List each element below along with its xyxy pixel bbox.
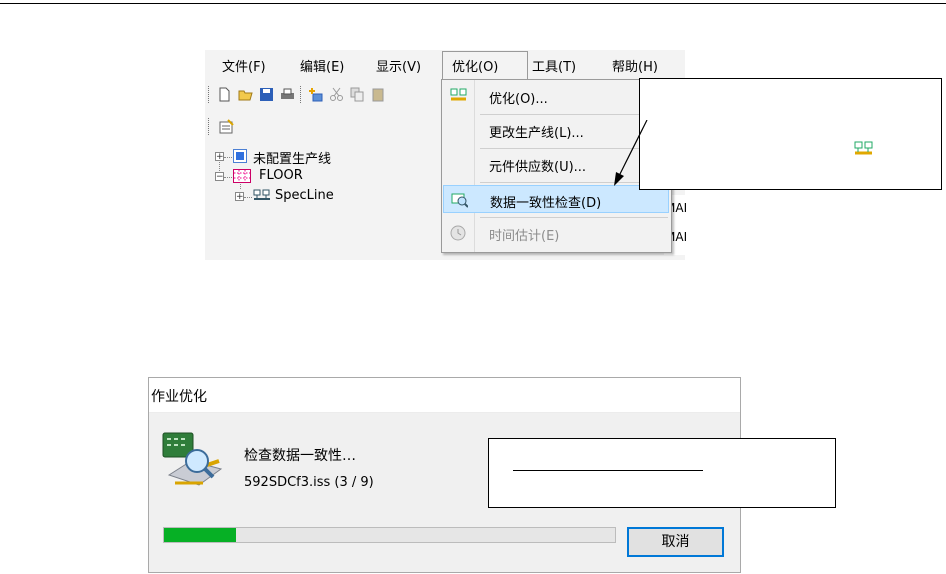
menu-item-label: 数据一致性检查(D)	[490, 196, 602, 211]
menu-help[interactable]: 帮助(H)	[612, 56, 658, 75]
menu-separator	[480, 217, 668, 218]
unconfigured-line-icon	[233, 149, 247, 163]
data-check-icon	[162, 432, 223, 486]
expand-icon[interactable]: +	[235, 192, 244, 202]
cancel-button[interactable]: 取消	[627, 527, 724, 557]
toolbar-grip	[208, 86, 209, 103]
dialog-title: 作业优化	[151, 389, 207, 405]
properties-icon[interactable]	[219, 119, 234, 134]
tree-guide	[224, 157, 232, 158]
expand-icon[interactable]: +	[215, 152, 224, 162]
optimize-icon	[450, 88, 467, 101]
tree-item-label: 未配置生产线	[253, 152, 332, 167]
tree-guide	[224, 177, 232, 178]
main-toolbar	[205, 82, 445, 106]
clock-icon	[450, 225, 466, 241]
copy-icon[interactable]	[350, 87, 365, 102]
tree-item-label: FLOOR	[259, 168, 303, 183]
secondary-toolbar	[205, 116, 445, 138]
cut-icon[interactable]	[329, 87, 344, 102]
callout-box	[488, 438, 836, 508]
line-icon	[253, 189, 270, 200]
print-icon[interactable]	[280, 87, 295, 102]
paste-icon[interactable]	[371, 87, 386, 102]
menu-item-label: 更改生产线(L)...	[489, 126, 584, 141]
add-item-icon[interactable]	[308, 87, 323, 102]
current-file-text: 592SDCf3.iss (3 / 9)	[244, 475, 374, 490]
menu-bar: 文件(F) 编辑(E) 显示(V) 优化(O) 工具(T) 帮助(H)	[205, 50, 685, 80]
toolbar-grip	[208, 118, 209, 135]
floor-icon	[233, 169, 251, 183]
new-file-icon[interactable]	[217, 87, 232, 102]
underline-placeholder	[513, 470, 703, 471]
progress-fill	[164, 528, 236, 542]
optimize-icon	[854, 141, 873, 155]
menu-file[interactable]: 文件(F)	[222, 56, 266, 75]
open-folder-icon[interactable]	[238, 87, 253, 102]
top-rule	[0, 3, 946, 4]
pointer-arrow	[614, 120, 648, 186]
collapse-icon[interactable]: −	[215, 172, 224, 182]
menu-view[interactable]: 显示(V)	[376, 56, 421, 75]
menu-edit[interactable]: 编辑(E)	[300, 56, 344, 75]
tree-guide	[244, 197, 252, 198]
menu-optimize[interactable]: 优化(O)	[452, 56, 498, 75]
toolbar-separator	[300, 86, 301, 103]
save-icon[interactable]	[259, 87, 274, 102]
menu-item-label: 优化(O)...	[489, 92, 548, 107]
menu-item-time-estimate[interactable]: 时间估计(E)	[443, 219, 669, 247]
callout-box	[639, 78, 942, 190]
menu-item-optimize[interactable]: 优化(O)...	[443, 82, 669, 110]
tree-item-label: SpecLine	[275, 188, 334, 203]
menu-item-label: 时间估计(E)	[489, 229, 560, 244]
menu-item-label: 元件供应数(U)...	[489, 160, 587, 175]
progress-bar	[163, 527, 616, 543]
data-check-icon	[451, 193, 468, 208]
menu-tools[interactable]: 工具(T)	[532, 56, 576, 75]
status-text: 检查数据一致性…	[244, 448, 356, 464]
